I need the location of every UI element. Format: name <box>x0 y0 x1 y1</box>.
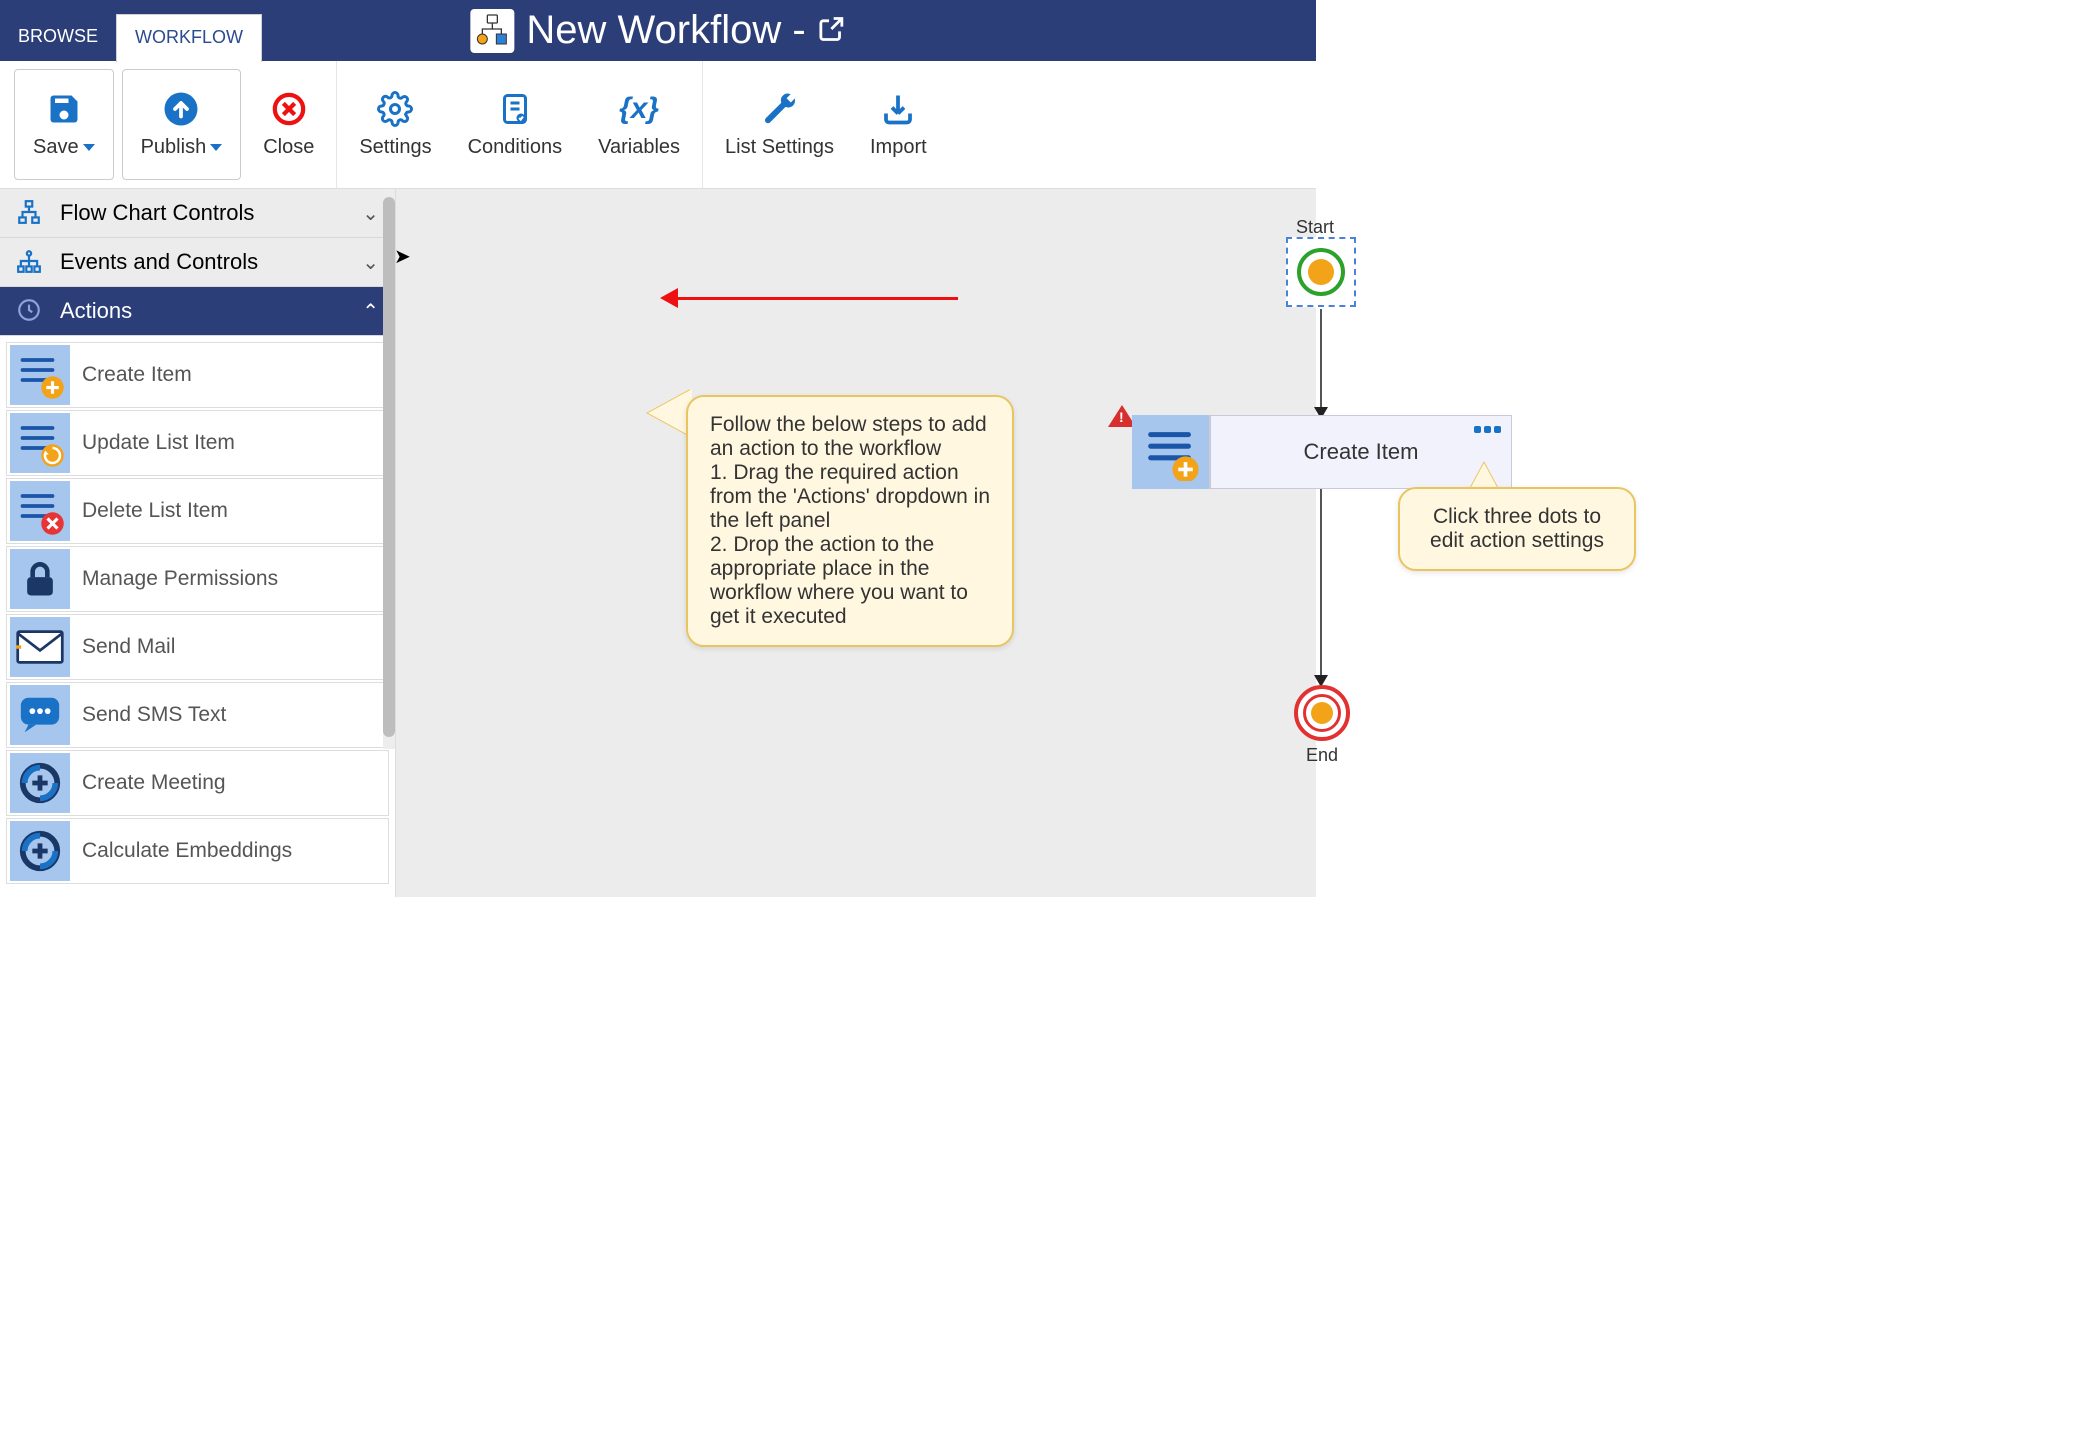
action-label: Manage Permissions <box>82 567 278 591</box>
chevron-down-icon: ⌄ <box>362 201 379 226</box>
start-node-label: Start <box>1296 217 1334 238</box>
action-create-meeting[interactable]: Create Meeting <box>6 750 389 816</box>
connector-arrow <box>1320 309 1322 409</box>
conditions-button[interactable]: Conditions <box>450 69 581 180</box>
action-label: Create Item <box>82 363 192 387</box>
actions-icon <box>16 297 44 325</box>
list-settings-label: List Settings <box>725 136 834 159</box>
actions-list: Create Item Update List Item Delete List… <box>0 336 395 892</box>
wrench-icon <box>761 90 799 128</box>
delete-item-icon <box>10 481 70 541</box>
conditions-icon <box>496 90 534 128</box>
tab-workflow[interactable]: WORKFLOW <box>116 14 262 62</box>
page-title-group: New Workflow - <box>470 8 845 53</box>
action-settings-dots[interactable] <box>1474 426 1501 433</box>
action-label: Delete List Item <box>82 499 228 523</box>
ribbon-tabs: BROWSE WORKFLOW <box>0 0 262 61</box>
end-node[interactable] <box>1294 685 1350 741</box>
update-item-icon <box>10 413 70 473</box>
dots-hint-callout: Click three dots to edit action settings <box>1398 487 1636 571</box>
chevron-up-icon: ⌃ <box>362 299 379 324</box>
variables-button[interactable]: {x} Variables <box>580 69 698 180</box>
close-label: Close <box>263 136 314 159</box>
conditions-label: Conditions <box>468 136 563 159</box>
create-item-icon <box>10 345 70 405</box>
action-node-label: Create Item <box>1304 439 1419 465</box>
publish-label: Publish <box>141 136 207 159</box>
close-button[interactable]: Close <box>245 69 332 180</box>
action-create-item[interactable]: Create Item <box>6 342 389 408</box>
import-button[interactable]: Import <box>852 69 945 180</box>
action-send-sms[interactable]: Send SMS Text <box>6 682 389 748</box>
action-manage-permissions[interactable]: Manage Permissions <box>6 546 389 612</box>
events-icon <box>16 248 44 276</box>
import-icon <box>879 90 917 128</box>
end-node-label: End <box>1306 745 1338 766</box>
titlebar: BROWSE WORKFLOW New Workflow - <box>0 0 1316 61</box>
sms-icon <box>10 685 70 745</box>
sidebar-scrollbar-thumb[interactable] <box>383 197 395 737</box>
variables-icon: {x} <box>620 90 658 128</box>
action-node-body: Create Item <box>1210 415 1512 489</box>
close-icon <box>270 90 308 128</box>
sidebar-scrollbar-track[interactable] <box>383 189 395 749</box>
publish-button[interactable]: Publish <box>122 69 242 180</box>
publish-icon <box>162 90 200 128</box>
section-events-controls[interactable]: Events and Controls ⌄ <box>0 238 395 287</box>
tab-browse[interactable]: BROWSE <box>0 14 116 61</box>
create-item-icon <box>1132 415 1210 489</box>
action-label: Create Meeting <box>82 771 226 795</box>
chevron-down-icon: ⌄ <box>362 250 379 275</box>
action-label: Calculate Embeddings <box>82 839 292 863</box>
workflow-icon <box>470 9 514 53</box>
list-settings-button[interactable]: List Settings <box>707 69 852 180</box>
lock-icon <box>10 549 70 609</box>
popout-icon[interactable] <box>818 8 846 53</box>
action-update-list-item[interactable]: Update List Item <box>6 410 389 476</box>
instructions-callout: Follow the below steps to add an action … <box>686 395 1014 647</box>
save-icon <box>45 90 83 128</box>
section-label: Events and Controls <box>60 249 258 275</box>
meeting-icon <box>10 753 70 813</box>
import-label: Import <box>870 136 927 159</box>
action-calculate-embeddings[interactable]: Calculate Embeddings <box>6 818 389 884</box>
section-label: Actions <box>60 298 132 324</box>
section-flow-chart-controls[interactable]: Flow Chart Controls ⌄ <box>0 189 395 238</box>
action-delete-list-item[interactable]: Delete List Item <box>6 478 389 544</box>
action-send-mail[interactable]: Send Mail <box>6 614 389 680</box>
page-title: New Workflow - <box>526 8 805 53</box>
caret-down-icon <box>83 144 95 151</box>
mail-icon <box>10 617 70 677</box>
action-label: Send Mail <box>82 635 175 659</box>
annotation-arrowhead-icon <box>660 288 678 308</box>
cursor-icon: ➤ <box>394 244 411 269</box>
settings-button[interactable]: Settings <box>341 69 449 180</box>
caret-down-icon <box>210 144 222 151</box>
variables-label: Variables <box>598 136 680 159</box>
action-label: Send SMS Text <box>82 703 226 727</box>
save-label: Save <box>33 136 79 159</box>
ribbon-toolbar: Save Publish Close Settings <box>0 61 1316 189</box>
start-node[interactable] <box>1286 237 1356 307</box>
section-actions[interactable]: Actions ⌃ <box>0 287 395 336</box>
sidebar: Flow Chart Controls ⌄ Events and Control… <box>0 189 396 897</box>
embeddings-icon <box>10 821 70 881</box>
annotation-arrow <box>668 297 958 300</box>
gear-icon <box>376 90 414 128</box>
save-button[interactable]: Save <box>14 69 114 180</box>
flow-chart-icon <box>16 199 44 227</box>
settings-label: Settings <box>359 136 431 159</box>
canvas-action-node[interactable]: Create Item <box>1132 415 1512 489</box>
section-label: Flow Chart Controls <box>60 200 254 226</box>
action-label: Update List Item <box>82 431 235 455</box>
callout-tail <box>1470 463 1498 489</box>
connector-arrow <box>1320 489 1322 677</box>
workflow-canvas[interactable]: ➤ Start Create Item <box>396 189 1316 897</box>
